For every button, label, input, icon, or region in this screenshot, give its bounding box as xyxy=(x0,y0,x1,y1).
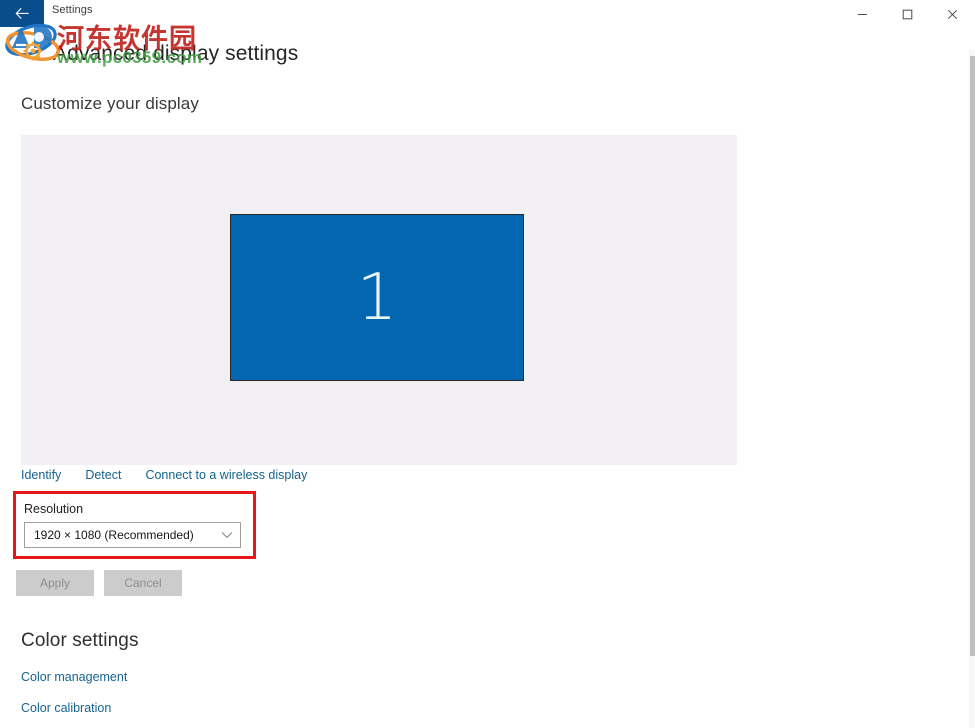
connect-wireless-display-link[interactable]: Connect to a wireless display xyxy=(145,468,307,482)
vertical-scrollbar[interactable] xyxy=(969,50,975,728)
resolution-label: Resolution xyxy=(24,502,84,516)
back-button[interactable] xyxy=(0,0,44,27)
color-settings-heading: Color settings xyxy=(21,630,139,651)
window-titlebar: Settings xyxy=(0,0,975,30)
detect-link[interactable]: Detect xyxy=(85,468,121,482)
window-title: Settings xyxy=(52,4,93,16)
scrollbar-thumb[interactable] xyxy=(970,56,975,656)
customize-display-heading: Customize your display xyxy=(21,94,199,113)
monitor-number-label: 1 xyxy=(356,260,398,335)
maximize-button[interactable] xyxy=(885,0,930,28)
color-calibration-link[interactable]: Color calibration xyxy=(21,701,111,715)
display-preview-panel: 1 xyxy=(21,135,737,465)
close-button[interactable] xyxy=(930,0,975,28)
resolution-selected-value: 1920 × 1080 (Recommended) xyxy=(34,528,194,542)
back-arrow-icon xyxy=(15,7,30,20)
resolution-dropdown[interactable]: 1920 × 1080 (Recommended) xyxy=(24,522,241,548)
color-management-link[interactable]: Color management xyxy=(21,670,127,684)
monitor-1-tile[interactable]: 1 xyxy=(230,214,524,381)
chevron-down-icon xyxy=(214,531,240,539)
apply-button[interactable]: Apply xyxy=(16,570,94,596)
window-controls xyxy=(840,0,975,28)
page-title: Advanced display settings xyxy=(53,42,299,65)
display-actions-links: Identify Detect Connect to a wireless di… xyxy=(21,468,307,482)
cancel-button[interactable]: Cancel xyxy=(104,570,182,596)
identify-link[interactable]: Identify xyxy=(21,468,61,482)
minimize-button[interactable] xyxy=(840,0,885,28)
